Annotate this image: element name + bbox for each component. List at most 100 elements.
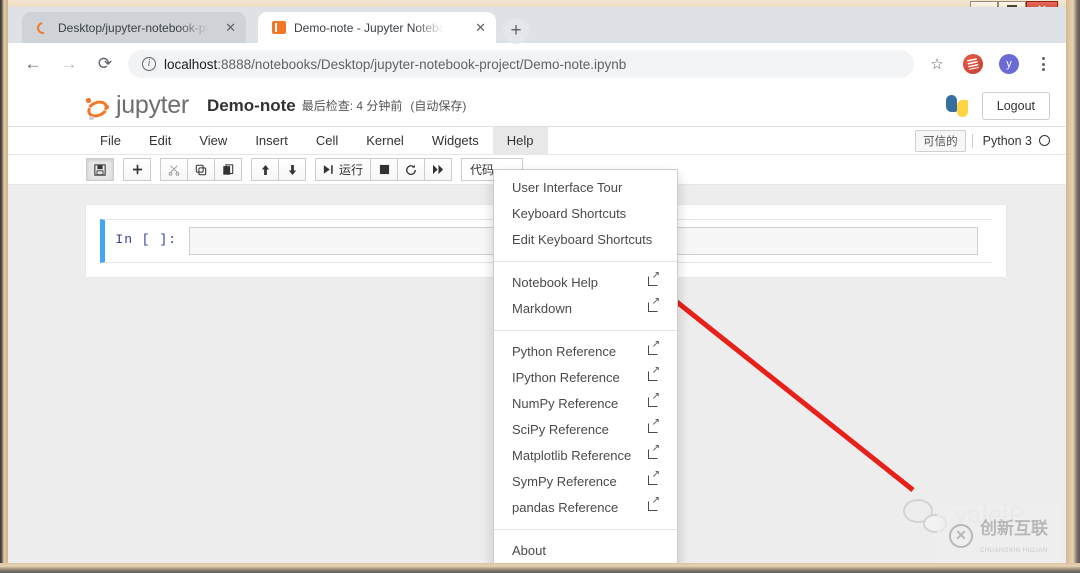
insert-cell-below-button[interactable] <box>123 158 151 181</box>
menu-view[interactable]: View <box>185 127 241 154</box>
toolbar-group-file <box>86 158 114 181</box>
menu-python-reference[interactable]: Python Reference <box>494 339 677 365</box>
url-text: localhost:8888/notebooks/Desktop/jupyter… <box>164 57 626 72</box>
external-link-icon <box>648 297 660 318</box>
external-link-icon <box>648 392 660 413</box>
brand-name-cn: 创新互联 <box>980 519 1048 538</box>
menu-kernel[interactable]: Kernel <box>352 127 418 154</box>
move-cell-down-button[interactable] <box>278 158 306 181</box>
autosave-status: (自动保存) <box>410 99 467 113</box>
restart-run-all-button[interactable] <box>424 158 453 181</box>
menu-insert[interactable]: Insert <box>241 127 302 154</box>
menu-scipy-reference[interactable]: SciPy Reference <box>494 417 677 443</box>
menu-item-label: User Interface Tour <box>512 180 623 195</box>
extension-icon[interactable] <box>960 51 986 77</box>
checkpoint-status: 最后检查: 4 分钟前 <box>301 99 403 113</box>
run-button[interactable]: 运行 <box>315 158 372 181</box>
cell-prompt: In [ ]: <box>115 232 177 247</box>
menubar-right-group: 可信的 Python 3 <box>915 127 1066 154</box>
menu-edit[interactable]: Edit <box>135 127 185 154</box>
menu-keyboard-shortcuts[interactable]: Keyboard Shortcuts <box>494 201 677 227</box>
chrome-menu-icon[interactable] <box>1032 57 1054 71</box>
copy-button[interactable] <box>187 158 215 181</box>
external-link-icon <box>648 470 660 491</box>
restart-icon <box>406 164 416 175</box>
page-viewport: jupyter Demo-note 最后检查: 4 分钟前 (自动保存) Log… <box>8 85 1066 563</box>
toolbar-group-edit <box>160 158 242 181</box>
browser-tab-2[interactable]: Demo-note - Jupyter Noteboo ✕ <box>258 12 496 43</box>
notebook-icon <box>272 21 286 34</box>
cell-type-value: 代码 <box>470 163 495 177</box>
menu-item-label: About <box>512 543 546 558</box>
external-link-icon <box>648 340 660 361</box>
brand-name-en: CHUANGXIN HULIAN <box>980 548 1048 554</box>
url-path: :8888/notebooks/Desktop/jupyter-notebook… <box>217 56 627 72</box>
paste-button[interactable] <box>214 158 242 181</box>
menu-divider <box>494 330 677 331</box>
kernel-idle-icon <box>1039 135 1050 146</box>
save-icon <box>94 163 106 176</box>
back-button[interactable]: ← <box>20 51 46 77</box>
stop-icon <box>379 164 389 175</box>
menu-item-label: Python Reference <box>512 344 617 359</box>
menu-pandas-reference[interactable]: pandas Reference <box>494 495 677 521</box>
browser-toolbar: ← → ⟳ i localhost:8888/notebooks/Desktop… <box>8 43 1066 85</box>
menu-item-label: NumPy Reference <box>512 396 619 411</box>
menu-item-label: SymPy Reference <box>512 474 617 489</box>
menu-markdown[interactable]: Markdown <box>494 296 677 322</box>
arrow-down-icon <box>288 164 296 175</box>
menu-item-label: SciPy Reference <box>512 422 609 437</box>
menu-sympy-reference[interactable]: SymPy Reference <box>494 469 677 495</box>
forward-button[interactable]: → <box>56 51 82 77</box>
trusted-badge[interactable]: 可信的 <box>915 129 966 152</box>
tab-title: Demo-note - Jupyter Noteboo <box>294 20 444 35</box>
menu-edit-keyboard-shortcuts[interactable]: Edit Keyboard Shortcuts <box>494 227 677 253</box>
bookmark-star-icon[interactable]: ☆ <box>924 51 950 77</box>
save-button[interactable] <box>86 158 114 181</box>
restart-kernel-button[interactable] <box>397 158 426 181</box>
jupyter-icon <box>36 21 50 35</box>
reload-button[interactable]: ⟳ <box>92 51 118 77</box>
jupyter-header: jupyter Demo-note 最后检查: 4 分钟前 (自动保存) Log… <box>8 85 1066 127</box>
header-right-group: Logout <box>945 91 1050 120</box>
notebook-title[interactable]: Demo-note <box>207 96 296 116</box>
brand-watermark: ✕ 创新互联 CHUANGXIN HULIAN <box>937 506 1060 563</box>
menu-user-interface-tour[interactable]: User Interface Tour <box>494 175 677 201</box>
tab-close-icon[interactable]: ✕ <box>219 20 236 36</box>
menu-help[interactable]: Help <box>492 127 548 154</box>
menu-file[interactable]: File <box>86 127 135 154</box>
menu-about[interactable]: About <box>494 538 677 563</box>
kernel-indicator: Python 3 <box>971 133 1050 148</box>
window-frame-right <box>1066 0 1080 573</box>
logout-button[interactable]: Logout <box>981 91 1050 120</box>
jupyter-logo[interactable]: jupyter <box>85 91 189 121</box>
menu-item-label: Notebook Help <box>512 275 598 290</box>
menu-widgets[interactable]: Widgets <box>418 127 493 154</box>
tab-close-icon[interactable]: ✕ <box>469 20 486 36</box>
browser-tab-1[interactable]: Desktop/jupyter-notebook-pr ✕ <box>22 12 246 43</box>
new-tab-button[interactable]: + <box>503 18 529 44</box>
jupyter-menubar: File Edit View Insert Cell Kernel Widget… <box>8 127 1066 155</box>
brand-text-group: 创新互联 CHUANGXIN HULIAN <box>980 514 1048 557</box>
run-icon <box>323 165 333 174</box>
browser-tabstrip: Desktop/jupyter-notebook-pr ✕ Demo-note … <box>8 7 1066 44</box>
scissors-icon <box>168 164 180 176</box>
menu-cell[interactable]: Cell <box>302 127 352 154</box>
window-frame-left <box>0 0 8 573</box>
move-cell-up-button[interactable] <box>251 158 279 181</box>
menu-notebook-help[interactable]: Notebook Help <box>494 270 677 296</box>
menu-numpy-reference[interactable]: NumPy Reference <box>494 391 677 417</box>
menu-item-label: Keyboard Shortcuts <box>512 206 627 221</box>
site-info-icon[interactable]: i <box>142 57 156 71</box>
menu-matplotlib-reference[interactable]: Matplotlib Reference <box>494 443 677 469</box>
paste-icon <box>223 163 234 175</box>
interrupt-kernel-button[interactable] <box>370 158 399 181</box>
profile-avatar[interactable]: y <box>996 51 1022 77</box>
jupyter-wordmark: jupyter <box>116 91 189 119</box>
menu-ipython-reference[interactable]: IPython Reference <box>494 365 677 391</box>
arrow-up-icon <box>261 164 269 175</box>
cut-button[interactable] <box>160 158 188 181</box>
address-bar[interactable]: i localhost:8888/notebooks/Desktop/jupyt… <box>128 50 914 78</box>
menu-item-label: Edit Keyboard Shortcuts <box>512 232 653 247</box>
external-link-icon <box>648 444 660 465</box>
